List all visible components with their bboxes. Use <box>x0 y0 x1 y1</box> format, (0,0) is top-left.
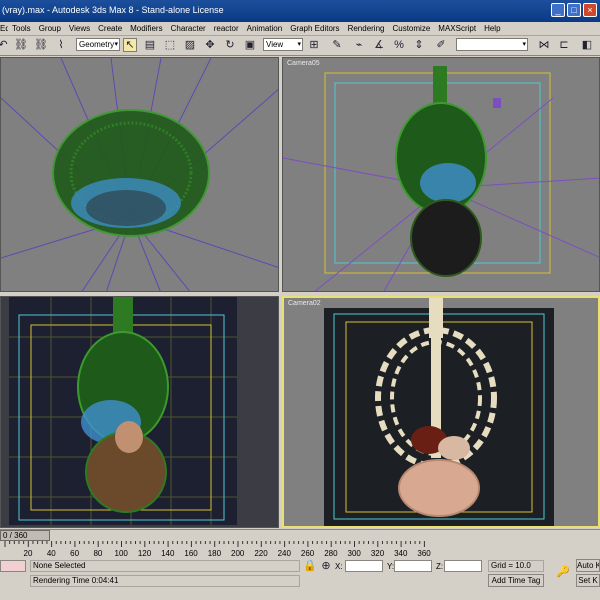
set-key-button[interactable]: Set K <box>576 574 600 587</box>
tick-label: 260 <box>301 549 315 558</box>
camera-view-model <box>283 66 599 291</box>
pivot-center-icon[interactable]: ⊞ <box>307 38 321 52</box>
rectangular-selection-icon[interactable]: ⬚ <box>163 38 177 52</box>
minimize-icon[interactable]: _ <box>551 3 565 17</box>
lock-selection-icon[interactable]: 🔒 <box>303 559 317 573</box>
tick-label: 220 <box>254 549 268 558</box>
viewport-top-left[interactable] <box>0 57 279 292</box>
unlink-icon[interactable]: ⛓ <box>34 38 48 52</box>
select-and-scale-icon[interactable]: ▣ <box>243 38 257 52</box>
tick-label: 320 <box>371 549 385 558</box>
chevron-down-icon: ▾ <box>297 41 301 48</box>
tick-label: 140 <box>161 549 175 558</box>
menu-views[interactable]: Views <box>65 24 94 33</box>
select-and-rotate-icon[interactable]: ↻ <box>223 38 237 52</box>
percent-snap-icon[interactable]: % <box>392 38 406 52</box>
spinner-snap-icon[interactable]: ⇕ <box>412 38 426 52</box>
reference-coordinate-dropdown[interactable]: View ▾ <box>263 38 303 51</box>
viewport-top-right[interactable]: Camera05 <box>282 57 600 292</box>
layer-manager-icon[interactable]: ◧ <box>580 38 594 52</box>
tick-label: 120 <box>138 549 152 558</box>
tick-label: 240 <box>278 549 292 558</box>
select-by-name-icon[interactable]: ▤ <box>143 38 157 52</box>
x-label: X: <box>335 562 343 571</box>
tick-label: 20 <box>24 549 33 558</box>
y-coordinate-field[interactable] <box>394 560 432 572</box>
add-time-tag-button[interactable]: Add Time Tag <box>488 574 544 587</box>
menu-group[interactable]: Group <box>35 24 65 33</box>
selection-filter-dropdown[interactable]: Geometry ▾ <box>76 38 120 51</box>
tick-label: 180 <box>208 549 222 558</box>
viewport-label: Camera02 <box>288 300 321 307</box>
select-and-link-icon[interactable]: ⛓ <box>14 38 28 52</box>
angle-snap-icon[interactable]: ∡ <box>372 38 386 52</box>
menu-graph-editors[interactable]: Graph Editors <box>286 24 343 33</box>
menu-tools[interactable]: Tools <box>8 24 35 33</box>
tick-label: 60 <box>70 549 79 558</box>
z-label: Z: <box>436 562 444 571</box>
time-slider[interactable]: 0 / 360 <box>0 530 50 541</box>
menu-bar: Edit Tools Group Views Create Modifiers … <box>0 22 600 36</box>
select-object-icon[interactable]: ↖ <box>123 38 137 52</box>
key-icon[interactable]: 🔑 <box>556 565 570 579</box>
render-view-model <box>324 298 554 526</box>
menu-rendering[interactable]: Rendering <box>344 24 389 33</box>
select-and-manipulate-icon[interactable]: ✎ <box>330 38 344 52</box>
wireframe-model <box>1 58 278 291</box>
viewport-label: Camera05 <box>287 60 320 67</box>
track-bar[interactable]: 20 40 60 80 100 120 140 160 180 200 220 240 260 280 30… <box>0 541 600 559</box>
x-coordinate-field[interactable] <box>345 560 383 572</box>
menu-edit[interactable]: Edit <box>0 24 8 33</box>
mirror-icon[interactable]: ⋈ <box>537 38 551 52</box>
z-coordinate-field[interactable] <box>444 560 482 572</box>
tick-label: 300 <box>348 549 362 558</box>
grid-size: Grid = 10.0 <box>488 560 544 572</box>
time-slider-track[interactable]: 0 / 360 <box>0 529 600 541</box>
maximize-icon[interactable]: □ <box>567 3 581 17</box>
window-title: (vray).max - Autodesk 3ds Max 8 - Stand-… <box>2 5 224 15</box>
select-and-move-icon[interactable]: ✥ <box>203 38 217 52</box>
snap-toggle-icon[interactable]: ⌁ <box>352 38 366 52</box>
maxscript-listener[interactable] <box>0 560 26 572</box>
tick-label: 280 <box>324 549 338 558</box>
chevron-down-icon: ▾ <box>522 41 526 48</box>
tick-label: 40 <box>47 549 56 558</box>
menu-animation[interactable]: Animation <box>243 24 287 33</box>
viewport-bottom-right[interactable]: Camera02 <box>282 296 600 528</box>
tick-label: 100 <box>115 549 129 558</box>
chevron-down-icon: ▾ <box>114 41 118 48</box>
viewport-bottom-left[interactable] <box>0 296 279 528</box>
title-bar: (vray).max - Autodesk 3ds Max 8 - Stand-… <box>0 0 600 22</box>
window-controls: _ □ × <box>551 3 597 17</box>
menu-help[interactable]: Help <box>480 24 504 33</box>
menu-character[interactable]: Character <box>167 24 210 33</box>
align-icon[interactable]: ⊏ <box>557 38 571 52</box>
selection-status: None Selected <box>30 560 300 572</box>
main-toolbar: ↶ ⛓ ⛓ ⌇ Geometry ▾ ↖ ▤ ⬚ ▨ ✥ ↻ ▣ View ▾ ⊞ … <box>0 36 600 56</box>
menu-customize[interactable]: Customize <box>388 24 434 33</box>
tick-label: 360 <box>417 549 431 558</box>
window-crossing-icon[interactable]: ▨ <box>183 38 197 52</box>
menu-reactor[interactable]: reactor <box>210 24 243 33</box>
tick-label: 80 <box>93 549 102 558</box>
track-bar-ticks: 20 40 60 80 100 120 140 160 180 200 220 240 260 280 30… <box>4 541 431 558</box>
named-selection-dropdown[interactable]: ▾ <box>456 38 528 51</box>
close-icon[interactable]: × <box>583 3 597 17</box>
menu-create[interactable]: Create <box>94 24 126 33</box>
tick-label: 340 <box>394 549 408 558</box>
auto-key-button[interactable]: Auto K <box>576 559 600 572</box>
edit-named-selection-icon[interactable]: ✐ <box>434 38 448 52</box>
tick-label: 200 <box>231 549 245 558</box>
status-bar: None Selected 🔒 ⊕ X: Y: Z: Grid = 10.0 🔑… <box>0 559 600 600</box>
menu-maxscript[interactable]: MAXScript <box>434 24 480 33</box>
absolute-mode-icon[interactable]: ⊕ <box>319 559 333 573</box>
undo-icon[interactable]: ↶ <box>0 38 10 52</box>
prompt-line: Rendering Time 0:04:41 <box>30 575 300 587</box>
grid-view-model <box>9 297 237 525</box>
menu-modifiers[interactable]: Modifiers <box>126 24 166 33</box>
bind-space-warp-icon[interactable]: ⌇ <box>54 38 68 52</box>
tick-label: 160 <box>184 549 198 558</box>
